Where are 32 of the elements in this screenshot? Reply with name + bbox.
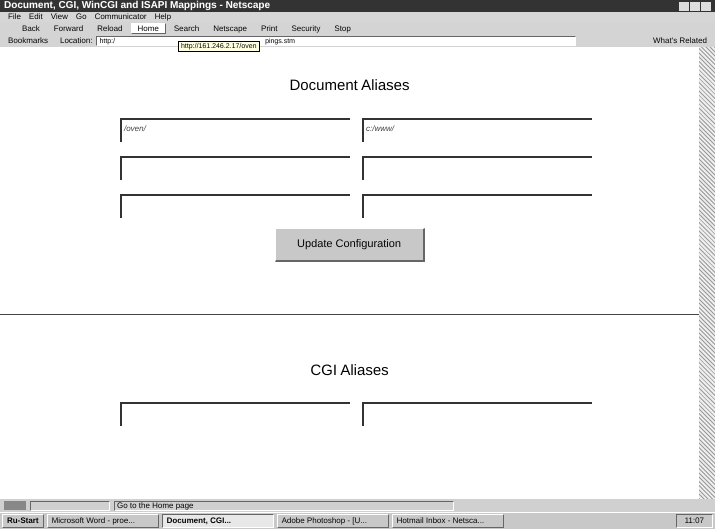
- menu-item[interactable]: File: [8, 13, 21, 21]
- input-field[interactable]: /oven/: [120, 118, 350, 142]
- clock: 11:07: [676, 514, 713, 528]
- toolbar-button[interactable]: Stop: [328, 23, 357, 34]
- toolbar-button[interactable]: Security: [285, 23, 326, 34]
- toolbar-button[interactable]: Search: [168, 23, 206, 34]
- taskbar-button[interactable]: Hotmail Inbox - Netsca...: [392, 514, 504, 528]
- toolbar-button[interactable]: Forward: [48, 23, 90, 34]
- taskbar-button[interactable]: Microsoft Word - proe...: [46, 514, 159, 528]
- section-heading: Document Aliases: [288, 76, 411, 96]
- toolbar-button[interactable]: Print: [255, 23, 284, 34]
- menu-item[interactable]: Communicator: [94, 13, 147, 21]
- menu-item[interactable]: Edit: [28, 13, 43, 21]
- input-field[interactable]: c:/www/: [362, 118, 592, 142]
- menu-item[interactable]: View: [50, 13, 68, 21]
- start-button[interactable]: Ru-Start: [2, 514, 44, 528]
- taskbar-button[interactable]: Adobe Photoshop - [U...: [276, 514, 389, 528]
- taskbar-button[interactable]: Document, CGI...: [162, 514, 274, 528]
- toolbar-button[interactable]: Back: [16, 23, 46, 34]
- menu-item[interactable]: Go: [76, 13, 87, 21]
- toolbar-button[interactable]: Reload: [91, 23, 128, 34]
- status-text: Go to the Home page: [114, 500, 454, 510]
- scrollbar[interactable]: [699, 47, 715, 499]
- toolbar-button[interactable]: Home: [130, 23, 166, 34]
- related-button[interactable]: What's Related: [653, 37, 707, 45]
- window-title: Document, CGI, WinCGI and ISAPI Mappings - Netscape: [4, 1, 270, 11]
- bookmarks-button[interactable]: Bookmarks: [8, 37, 48, 45]
- update-button[interactable]: Update Configuration: [274, 228, 424, 262]
- menu-item[interactable]: Help: [154, 13, 172, 21]
- location-label: Location:: [60, 37, 92, 45]
- toolbar-button[interactable]: Netscape: [207, 23, 253, 34]
- section-heading: CGI Aliases: [309, 360, 390, 380]
